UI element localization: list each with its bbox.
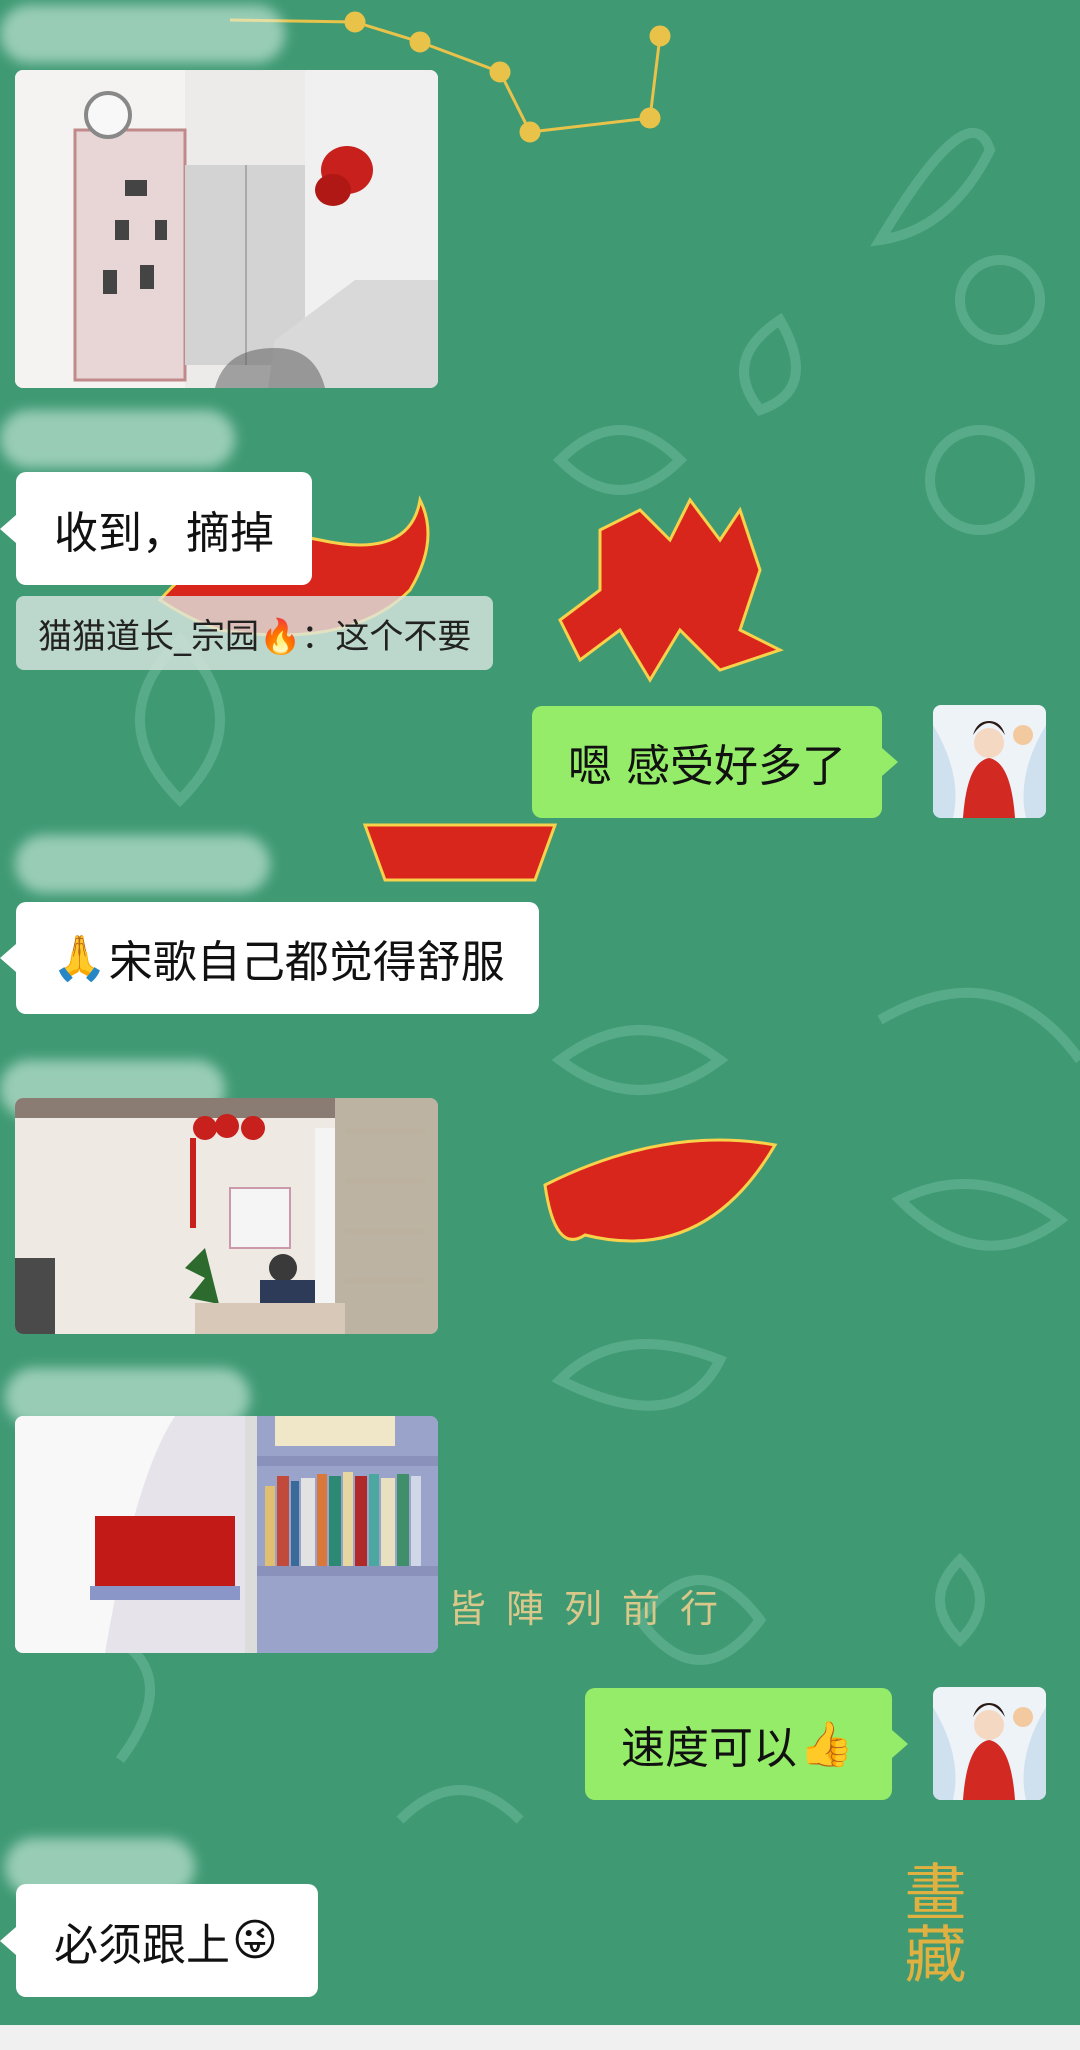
incoming-message-bubble[interactable]: 收到，摘掉 [0, 472, 312, 585]
message-text: 宋歌自己都觉得舒服 [108, 937, 505, 988]
message-text: 嗯 感受好多了 [568, 741, 846, 792]
sender-name-blurred [15, 835, 270, 893]
outgoing-message-bubble[interactable]: 嗯 感受好多了 [532, 706, 898, 818]
quoted-message[interactable]: 猫猫道长_宗园🔥：这个不要 [16, 596, 494, 670]
sender-name-blurred [0, 5, 285, 63]
outgoing-message-bubble[interactable]: 速度可以 👍 [585, 1688, 908, 1800]
quote-text: 猫猫道长_宗园🔥：这个不要 [38, 616, 472, 657]
sender-name-blurred [0, 410, 235, 468]
prayer-emoji-icon: 🙏 [52, 933, 107, 984]
user-avatar[interactable] [933, 1687, 1046, 1800]
photo-message[interactable] [15, 1416, 438, 1653]
background-seal: 畫藏 [894, 1860, 967, 1984]
thumbs-up-emoji-icon: 👍 [799, 1719, 854, 1770]
photo-message[interactable] [15, 1098, 438, 1334]
background-caption: 皆陣列前行 [448, 1587, 738, 1631]
incoming-message-bubble[interactable]: 必须跟上 😜 [0, 1884, 318, 1997]
wink-tongue-emoji-icon: 😜 [232, 1915, 278, 1966]
user-avatar[interactable] [933, 705, 1046, 818]
incoming-message-bubble[interactable]: 🙏 宋歌自己都觉得舒服 [0, 902, 539, 1014]
message-text: 速度可以 [621, 1723, 797, 1774]
message-text: 收到，摘掉 [54, 507, 274, 559]
message-text: 必须跟上 [54, 1919, 230, 1971]
photo-message[interactable] [15, 70, 438, 388]
bottom-edge [0, 2025, 1080, 2050]
